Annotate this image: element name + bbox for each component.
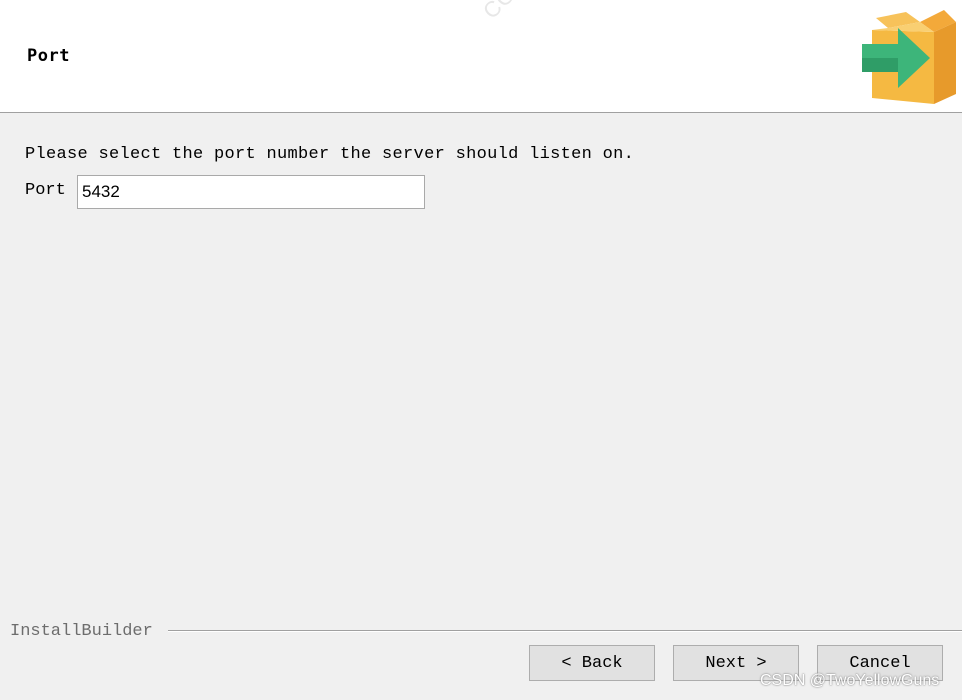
watermark-text: CSDN @TwoYellowGuns (760, 672, 940, 689)
port-input[interactable] (77, 175, 425, 209)
instruction-text: Please select the port number the server… (25, 145, 635, 164)
back-button[interactable]: < Back (529, 645, 655, 681)
installbuilder-brand: InstallBuilder (10, 622, 153, 641)
wizard-header: Port COCA (0, 0, 962, 113)
port-label: Port (25, 181, 66, 200)
installer-box-arrow-icon (858, 8, 958, 106)
installer-window: Port COCA Please select the port number … (0, 0, 962, 700)
watermark-text: COCA (478, 0, 544, 24)
page-title: Port (27, 46, 70, 66)
footer-divider (168, 630, 962, 632)
